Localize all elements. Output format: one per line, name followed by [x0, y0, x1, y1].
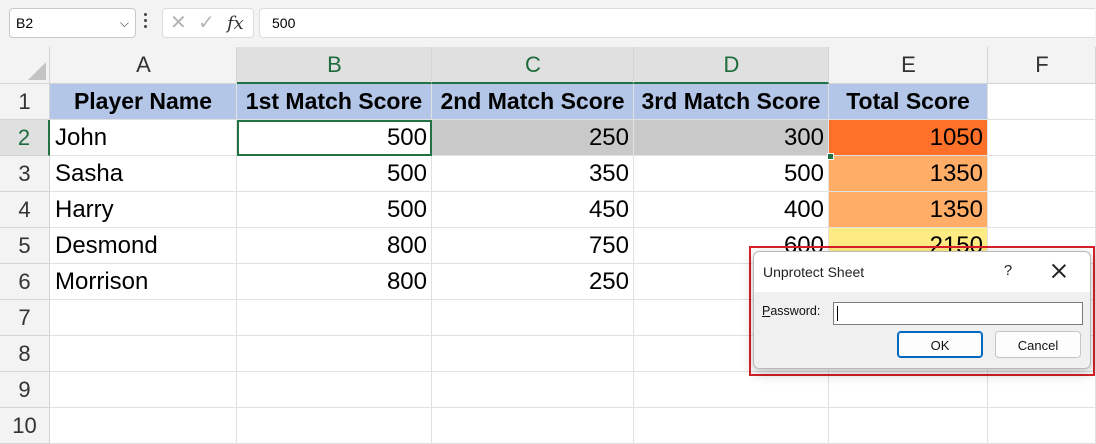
grid-cell[interactable] — [829, 372, 988, 408]
close-icon[interactable] — [1048, 260, 1070, 282]
grid-cell[interactable] — [237, 372, 432, 408]
cancel-formula-icon[interactable]: ✕ — [170, 12, 187, 34]
cell-a2[interactable]: John — [50, 120, 237, 156]
column-header-f[interactable]: F — [988, 47, 1096, 84]
grid-cell[interactable] — [988, 372, 1096, 408]
text-caret — [837, 306, 838, 321]
column-header-b[interactable]: B — [237, 47, 432, 84]
cell-f4[interactable] — [988, 192, 1096, 228]
chevron-down-icon[interactable]: ⌵ — [120, 9, 129, 37]
grid-cell[interactable] — [50, 372, 237, 408]
cell-b1[interactable]: 1st Match Score — [237, 84, 432, 120]
row-header-8[interactable]: 8 — [0, 336, 50, 372]
grid-cell[interactable] — [237, 336, 432, 372]
row-header-3[interactable]: 3 — [0, 156, 50, 192]
cell-c2[interactable]: 250 — [432, 120, 634, 156]
password-input[interactable] — [833, 302, 1083, 325]
grid-cell[interactable] — [432, 408, 634, 444]
select-all-corner[interactable] — [0, 47, 50, 84]
grid-cell[interactable] — [50, 300, 237, 336]
cell-c3[interactable]: 350 — [432, 156, 634, 192]
help-icon[interactable]: ? — [998, 262, 1018, 279]
cell-f1[interactable] — [988, 84, 1096, 120]
dialog-title-bar[interactable]: Unprotect Sheet ? — [754, 252, 1090, 292]
grid-cell[interactable] — [50, 408, 237, 444]
grid-cell[interactable] — [237, 408, 432, 444]
cell-c4[interactable]: 450 — [432, 192, 634, 228]
cell-a1[interactable]: Player Name — [50, 84, 237, 120]
enter-formula-icon[interactable]: ✓ — [198, 12, 215, 34]
dialog-title: Unprotect Sheet — [763, 264, 865, 280]
more-options-icon[interactable] — [144, 13, 148, 33]
cell-b3[interactable]: 500 — [237, 156, 432, 192]
grid-cell[interactable] — [50, 336, 237, 372]
row-header-4[interactable]: 4 — [0, 192, 50, 228]
cell-e3[interactable]: 1350 — [829, 156, 988, 192]
grid-cell[interactable] — [634, 408, 829, 444]
cell-a4[interactable]: Harry — [50, 192, 237, 228]
formula-bar: B2 ⌵ ✕ ✓ fx 500 — [0, 0, 1096, 47]
grid-cell[interactable] — [432, 372, 634, 408]
row-header-10[interactable]: 10 — [0, 408, 50, 444]
cell-e4[interactable]: 1350 — [829, 192, 988, 228]
ok-button[interactable]: OK — [897, 331, 983, 358]
grid-cell[interactable] — [829, 408, 988, 444]
cell-b4[interactable]: 500 — [237, 192, 432, 228]
row-header-5[interactable]: 5 — [0, 228, 50, 264]
row-header-9[interactable]: 9 — [0, 372, 50, 408]
cell-b6[interactable]: 800 — [237, 264, 432, 300]
row-header-1[interactable]: 1 — [0, 84, 50, 120]
password-label: Password: — [762, 304, 820, 318]
cell-b2[interactable]: 500 — [237, 120, 432, 156]
cell-a6[interactable]: Morrison — [50, 264, 237, 300]
name-box[interactable]: B2 ⌵ — [9, 8, 136, 38]
fill-handle[interactable] — [827, 153, 834, 160]
cell-f3[interactable] — [988, 156, 1096, 192]
cell-a5[interactable]: Desmond — [50, 228, 237, 264]
column-header-e[interactable]: E — [829, 47, 988, 84]
cell-d4[interactable]: 400 — [634, 192, 829, 228]
cancel-button[interactable]: Cancel — [995, 331, 1081, 358]
cell-d3[interactable]: 500 — [634, 156, 829, 192]
cell-c6[interactable]: 250 — [432, 264, 634, 300]
insert-function-icon[interactable]: fx — [227, 13, 244, 35]
cell-a3[interactable]: Sasha — [50, 156, 237, 192]
unprotect-sheet-dialog: Unprotect Sheet ? Password: OK Cancel — [753, 251, 1091, 369]
cell-c1[interactable]: 2nd Match Score — [432, 84, 634, 120]
password-label-text: assword: — [770, 304, 821, 318]
grid-cell[interactable] — [634, 372, 829, 408]
row-header-7[interactable]: 7 — [0, 300, 50, 336]
grid-cell[interactable] — [432, 336, 634, 372]
row-header-6[interactable]: 6 — [0, 264, 50, 300]
cell-c5[interactable]: 750 — [432, 228, 634, 264]
column-header-a[interactable]: A — [50, 47, 237, 84]
cell-e1[interactable]: Total Score — [829, 84, 988, 120]
name-box-value: B2 — [16, 15, 34, 31]
formula-input[interactable]: 500 — [259, 8, 1095, 38]
cell-e2[interactable]: 1050 — [829, 120, 988, 156]
cell-d1[interactable]: 3rd Match Score — [634, 84, 829, 120]
cell-d2[interactable]: 300 — [634, 120, 829, 156]
cell-f2[interactable] — [988, 120, 1096, 156]
grid-cell[interactable] — [237, 300, 432, 336]
column-header-d[interactable]: D — [634, 47, 829, 84]
formula-buttons: ✕ ✓ fx — [162, 8, 254, 38]
column-header-c[interactable]: C — [432, 47, 634, 84]
cell-b5[interactable]: 800 — [237, 228, 432, 264]
row-header-2[interactable]: 2 — [0, 120, 50, 156]
grid-cell[interactable] — [432, 300, 634, 336]
grid-cell[interactable] — [988, 408, 1096, 444]
